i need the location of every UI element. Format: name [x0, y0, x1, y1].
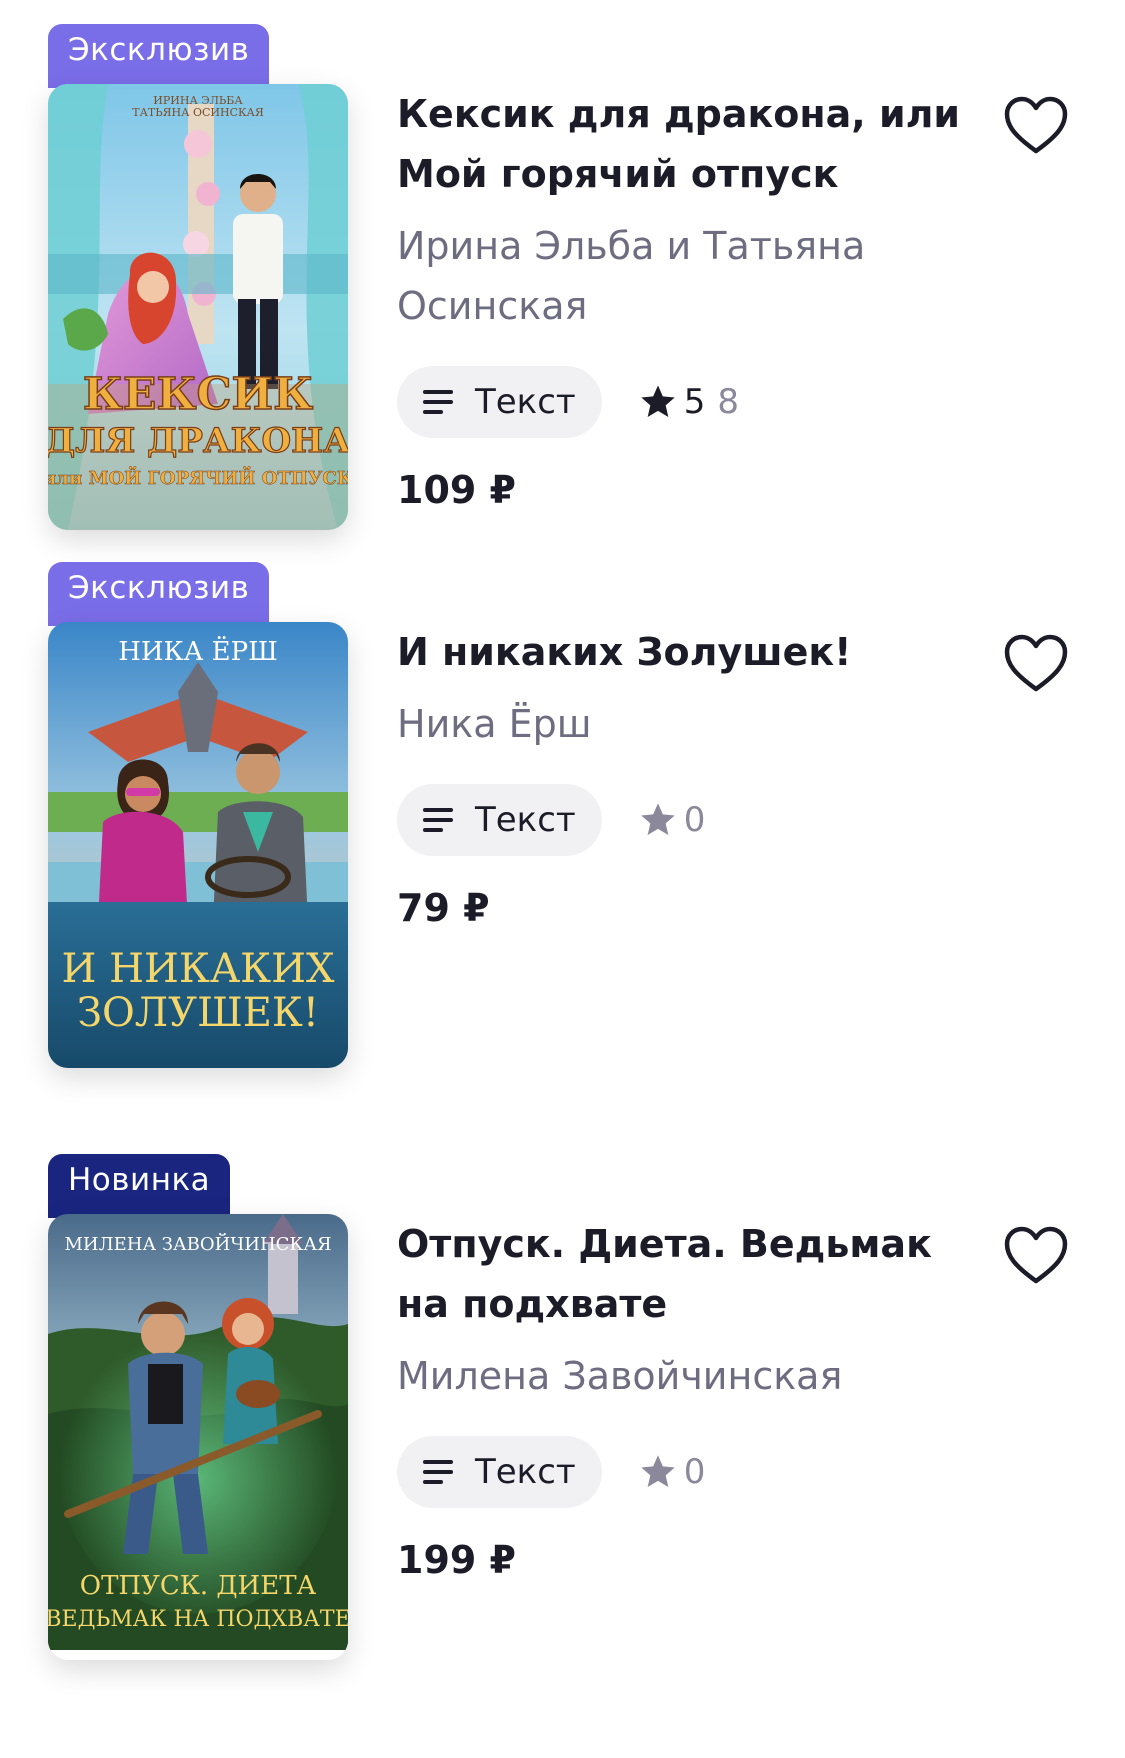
book-price: 79 ₽ — [397, 886, 490, 930]
rating-value: 5 — [683, 382, 706, 422]
badge-exclusive: Эксклюзив — [48, 24, 270, 88]
book-price: 109 ₽ — [397, 468, 516, 512]
book-title[interactable]: И никаких Золушек! — [397, 622, 987, 682]
book-info: И никаких Золушек! Ника Ёрш Текст 0 79 ₽ — [397, 622, 987, 930]
book-info: Кексик для дракона, или Мой горячий отпу… — [397, 84, 987, 512]
book-meta: Текст 0 — [397, 784, 987, 856]
rating: 5 8 — [638, 382, 739, 422]
book-cover[interactable]: ИРИНА ЭЛЬБА ТАТЬЯНА ОСИНСКАЯ КЕКСИК ДЛЯ … — [48, 84, 348, 530]
book-card[interactable]: Эксклюзив — [0, 538, 1125, 1078]
cover-title-1: И НИКАКИХ — [62, 946, 335, 992]
heart-icon[interactable] — [1003, 96, 1069, 156]
heart-icon[interactable] — [1003, 1226, 1069, 1286]
star-empty-icon — [641, 803, 675, 835]
cover-title-2: ЗОЛУШЕК! — [77, 990, 319, 1036]
rating: 0 — [638, 800, 706, 840]
badge-new: Новинка — [48, 1154, 231, 1218]
format-chip: Текст — [397, 1436, 602, 1508]
star-empty-icon — [641, 1455, 675, 1487]
book-author[interactable]: Милена Завойчинская — [397, 1346, 987, 1406]
cover-title-1: КЕКСИК — [83, 369, 313, 420]
format-label: Текст — [475, 382, 576, 422]
star-filled-icon — [641, 385, 675, 417]
rating-count: 8 — [717, 382, 740, 422]
cover-author-2: ТАТЬЯНА ОСИНСКАЯ — [132, 106, 264, 119]
format-chip: Текст — [397, 366, 602, 438]
book-card[interactable]: Новинка МИЛЕНА ЗАВОЙЧИНСКАЯ ОТПУСК. ДИЕТ… — [0, 1130, 1125, 1670]
book-author[interactable]: Ирина Эльба и Татьяна Осинская — [397, 216, 987, 336]
book-price: 199 ₽ — [397, 1538, 516, 1582]
cover-title-2: ДЛЯ ДРАКОНА — [48, 421, 348, 461]
format-chip: Текст — [397, 784, 602, 856]
text-lines-icon — [423, 1460, 453, 1484]
book-card[interactable]: Эксклюзив — [0, 0, 1125, 540]
heart-icon[interactable] — [1003, 634, 1069, 694]
cover-author: МИЛЕНА ЗАВОЙЧИНСКАЯ — [64, 1232, 331, 1255]
book-cover[interactable]: МИЛЕНА ЗАВОЙЧИНСКАЯ ОТПУСК. ДИЕТА ВЕДЬМА… — [48, 1214, 348, 1660]
book-author[interactable]: Ника Ёрш — [397, 694, 987, 754]
cover-title-2: ВЕДЬМАК НА ПОДХВАТЕ — [48, 1607, 348, 1632]
badge-exclusive: Эксклюзив — [48, 562, 270, 626]
cover-title-1: ОТПУСК. ДИЕТА — [80, 1571, 317, 1601]
book-cover[interactable]: НИКА ЁРШ И НИКАКИХ ЗОЛУШЕК! — [48, 622, 348, 1068]
text-lines-icon — [423, 808, 453, 832]
rating-count: 0 — [683, 1452, 706, 1492]
book-title[interactable]: Отпуск. Диета. Ведьмак на подхвате — [397, 1214, 987, 1334]
cover-author: НИКА ЁРШ — [118, 636, 278, 667]
format-label: Текст — [475, 1452, 576, 1492]
format-label: Текст — [475, 800, 576, 840]
text-lines-icon — [423, 390, 453, 414]
rating-count: 0 — [683, 800, 706, 840]
book-meta: Текст 0 — [397, 1436, 987, 1508]
rating: 0 — [638, 1452, 706, 1492]
book-meta: Текст 5 8 — [397, 366, 987, 438]
book-info: Отпуск. Диета. Ведьмак на подхвате Милен… — [397, 1214, 987, 1582]
book-title[interactable]: Кексик для дракона, или Мой горячий отпу… — [397, 84, 987, 204]
cover-title-3: или МОЙ ГОРЯЧИЙ ОТПУСК — [48, 465, 348, 489]
